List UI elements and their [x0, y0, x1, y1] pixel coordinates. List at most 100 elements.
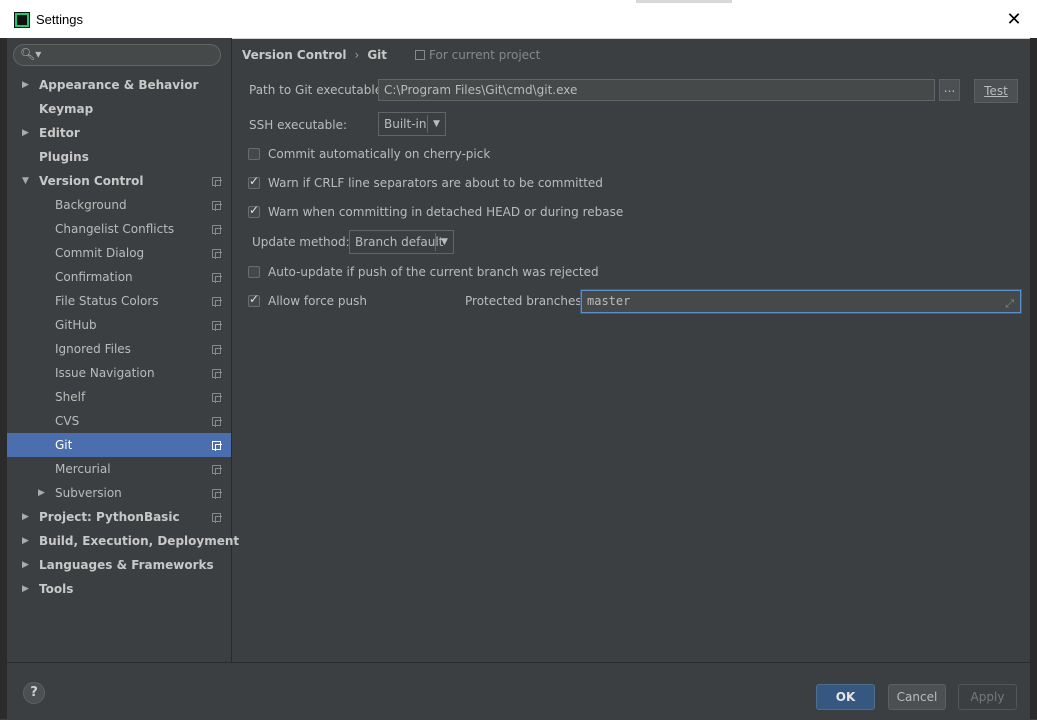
- collapsed-arrow-icon[interactable]: ▶: [38, 481, 45, 505]
- sidebar-item[interactable]: ▶ Tools: [7, 577, 231, 601]
- title-bar: Settings ✕: [0, 0, 1037, 39]
- window-right-edge: [1030, 38, 1037, 719]
- ssh-executable-label: SSH executable:: [249, 118, 347, 132]
- sidebar-item[interactable]: Ignored Files: [7, 337, 231, 361]
- cancel-button[interactable]: Cancel: [888, 684, 946, 710]
- sidebar-item-label: Ignored Files: [55, 342, 131, 356]
- project-scope-label: For current project: [429, 48, 541, 62]
- collapsed-arrow-icon[interactable]: ▶: [22, 577, 29, 601]
- sidebar-item[interactable]: File Status Colors: [7, 289, 231, 313]
- sidebar-item[interactable]: Shelf: [7, 385, 231, 409]
- collapsed-arrow-icon[interactable]: ▶: [22, 505, 29, 529]
- sidebar-item[interactable]: Background: [7, 193, 231, 217]
- auto-update-checkbox[interactable]: [248, 266, 260, 278]
- sidebar-item-label: Issue Navigation: [55, 366, 155, 380]
- expand-icon[interactable]: ⤢: [1005, 294, 1014, 312]
- sidebar-item[interactable]: GitHub: [7, 313, 231, 337]
- sidebar-item[interactable]: Confirmation: [7, 265, 231, 289]
- chevron-down-icon: ▼: [441, 237, 448, 247]
- project-scope-icon: [212, 393, 222, 403]
- sidebar-item[interactable]: Git: [7, 433, 231, 457]
- ok-button[interactable]: OK: [816, 684, 875, 710]
- sidebar-item-label: Plugins: [39, 150, 89, 164]
- project-scope-icon: [212, 297, 222, 307]
- sidebar-item[interactable]: ▶ Build, Execution, Deployment: [7, 529, 239, 553]
- collapsed-arrow-icon[interactable]: ▶: [22, 73, 29, 97]
- sidebar-item[interactable]: ▶ Project: PythonBasic: [7, 505, 231, 529]
- sidebar-item-label: Changelist Conflicts: [55, 222, 175, 236]
- sidebar-item[interactable]: ▶ Editor: [7, 121, 231, 145]
- sidebar-item[interactable]: ▼ Version Control: [7, 169, 231, 193]
- git-path-input[interactable]: C:\Program Files\Git\cmd\git.exe: [378, 79, 935, 101]
- protected-branches-input[interactable]: master ⤢: [581, 290, 1021, 313]
- force-push-label[interactable]: Allow force push: [268, 294, 367, 308]
- search-icon[interactable]: 🔍︎▾: [20, 47, 41, 61]
- sidebar-item-label: Project: PythonBasic: [39, 510, 180, 524]
- chevron-down-icon: ▼: [433, 119, 440, 129]
- ssh-executable-select[interactable]: Built-in ▼: [378, 112, 446, 136]
- sidebar-item-label: Commit Dialog: [55, 246, 145, 260]
- ssh-executable-value: Built-in: [384, 117, 427, 131]
- sidebar-item-label: Git: [55, 438, 73, 452]
- project-scope-icon: [212, 513, 222, 523]
- sidebar-item-label: Background: [55, 198, 127, 212]
- sidebar-item[interactable]: Changelist Conflicts: [7, 217, 231, 241]
- dialog-footer: ? OK Cancel Apply: [7, 662, 1030, 720]
- collapsed-arrow-icon[interactable]: ▶: [22, 121, 29, 145]
- sidebar-item[interactable]: Commit Dialog: [7, 241, 231, 265]
- sidebar-item[interactable]: CVS: [7, 409, 231, 433]
- window-left-edge: [0, 38, 7, 719]
- sidebar-item-label: Editor: [39, 126, 80, 140]
- pycharm-app-icon: [14, 12, 30, 28]
- update-method-select[interactable]: Branch default ▼: [349, 230, 454, 254]
- sidebar-item[interactable]: ▶ Subversion: [7, 481, 231, 505]
- sidebar-item-label: Languages & Frameworks: [39, 558, 214, 572]
- close-window-button[interactable]: ✕: [991, 0, 1037, 38]
- detached-head-label[interactable]: Warn when committing in detached HEAD or…: [268, 205, 623, 219]
- sidebar-item-label: Build, Execution, Deployment: [39, 534, 240, 548]
- collapsed-arrow-icon[interactable]: ▶: [22, 529, 29, 553]
- sidebar-item[interactable]: Issue Navigation: [7, 361, 231, 385]
- auto-update-label[interactable]: Auto-update if push of the current branc…: [268, 265, 599, 279]
- collapsed-arrow-icon[interactable]: ▶: [22, 553, 29, 577]
- update-method-label: Update method:: [252, 235, 350, 249]
- git-settings-panel: Version Control › Git For current project P…: [232, 38, 1030, 662]
- cherry-pick-label[interactable]: Commit automatically on cherry-pick: [268, 147, 490, 161]
- ssh-select-divider: [427, 115, 428, 133]
- project-scope-icon: [212, 249, 222, 259]
- force-push-checkbox[interactable]: [248, 292, 260, 307]
- sidebar-item-label: GitHub: [55, 318, 97, 332]
- crlf-warning-label[interactable]: Warn if CRLF line separators are about t…: [268, 176, 603, 190]
- sidebar-item[interactable]: ▶ Languages & Frameworks: [7, 553, 231, 577]
- window-title: Settings: [36, 12, 83, 27]
- sidebar-item-label: Confirmation: [55, 270, 133, 284]
- help-button[interactable]: ?: [23, 682, 45, 704]
- crlf-warning-checkbox[interactable]: [248, 174, 260, 189]
- project-scope-icon: [212, 489, 222, 499]
- sidebar-item-label: File Status Colors: [55, 294, 159, 308]
- apply-button[interactable]: Apply: [958, 684, 1017, 710]
- project-scope-note: For current project: [415, 48, 540, 62]
- sidebar-item[interactable]: Plugins: [7, 145, 231, 169]
- test-button[interactable]: Test: [974, 79, 1018, 103]
- settings-search-field[interactable]: 🔍︎▾: [13, 44, 221, 66]
- project-scope-icon: [212, 201, 222, 211]
- project-scope-icon: [212, 417, 222, 427]
- project-scope-icon: [212, 177, 222, 187]
- protected-branches-value: master: [587, 294, 631, 308]
- git-path-label: Path to Git executable:: [249, 83, 387, 97]
- title-bar-strip: [636, 0, 732, 3]
- sidebar-item[interactable]: Mercurial: [7, 457, 231, 481]
- sidebar-item[interactable]: ▶ Appearance & Behavior: [7, 73, 231, 97]
- settings-sidebar: 🔍︎▾ ▶ Appearance & Behavior Keymap ▶ Editor P…: [7, 38, 239, 662]
- project-scope-icon: [212, 345, 222, 355]
- cherry-pick-checkbox[interactable]: [248, 148, 260, 160]
- breadcrumb-parent[interactable]: Version Control: [242, 48, 347, 62]
- detached-head-checkbox[interactable]: [248, 203, 260, 218]
- expanded-arrow-icon[interactable]: ▼: [22, 169, 29, 193]
- breadcrumb: Version Control › Git For current project: [242, 48, 540, 64]
- breadcrumb-current: Git: [367, 48, 388, 62]
- project-scope-icon: [415, 50, 426, 60]
- sidebar-item[interactable]: Keymap: [7, 97, 231, 121]
- browse-button[interactable]: ...: [939, 79, 960, 101]
